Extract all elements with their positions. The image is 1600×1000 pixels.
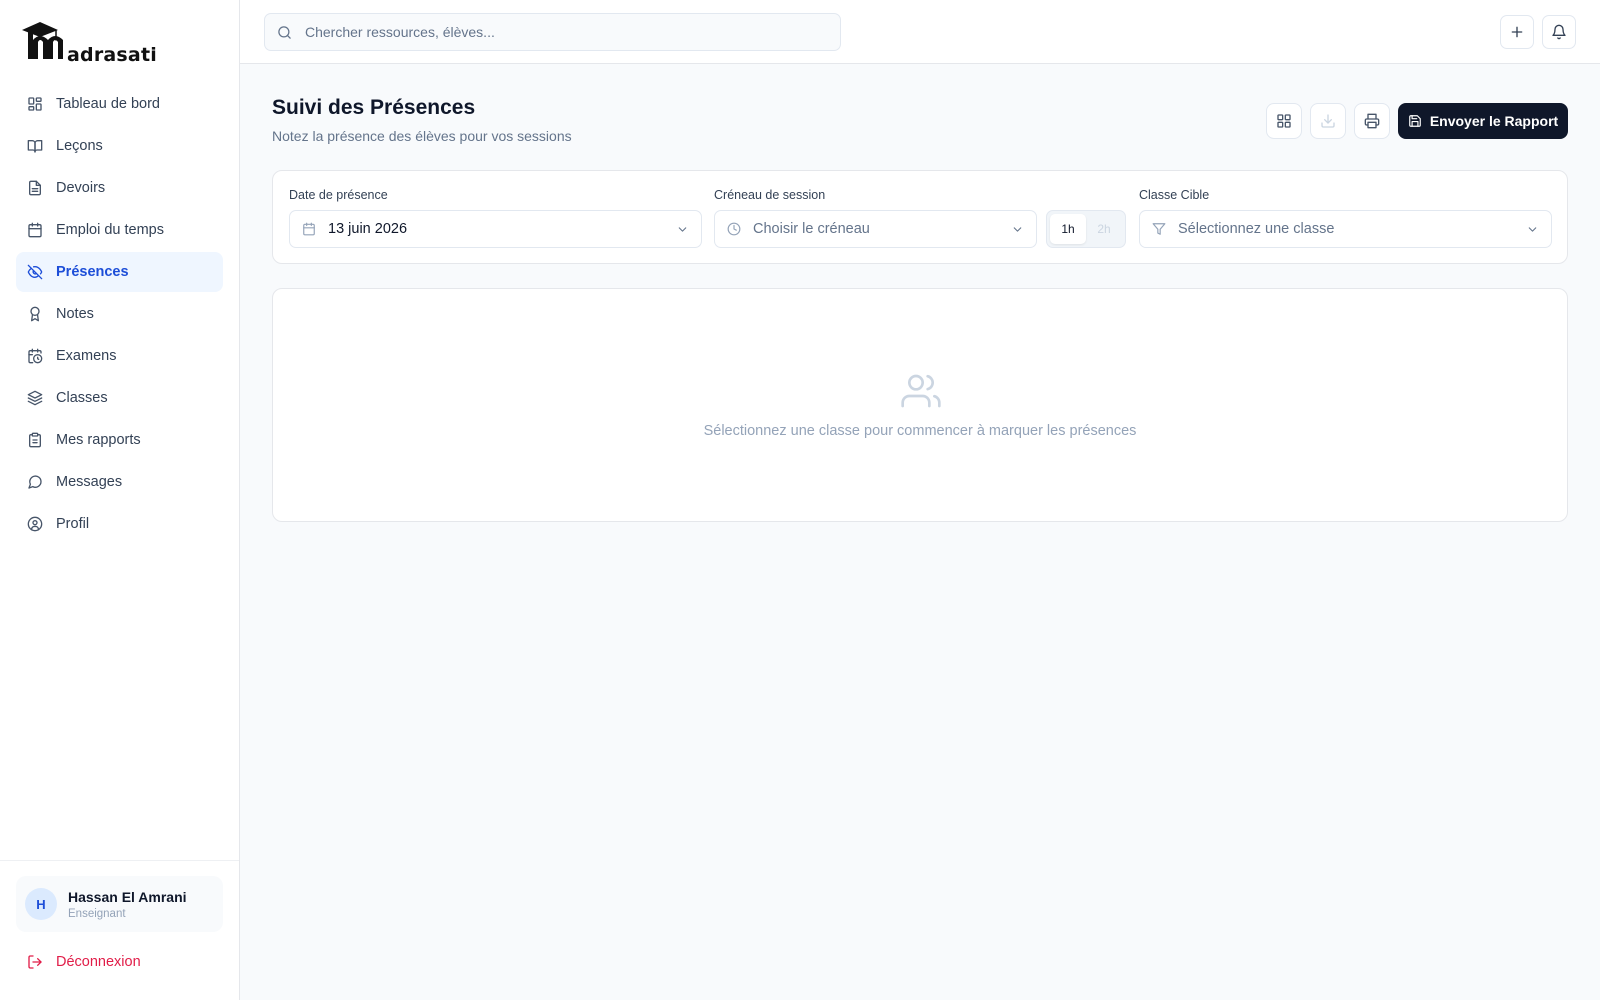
user-role: Enseignant — [68, 907, 126, 920]
empty-state-message: Sélectionnez une classe pour commencer à… — [703, 423, 1137, 439]
download-button[interactable] — [1310, 103, 1346, 139]
brand-logo[interactable]: adrasati — [20, 18, 157, 68]
notifications-button[interactable] — [1542, 15, 1576, 49]
sidebar-item-label: Messages — [56, 474, 123, 490]
sidebar-item-classes[interactable]: Classes — [16, 378, 223, 418]
sidebar-item-tableau-de-bord[interactable]: Tableau de bord — [16, 84, 223, 124]
chevron-down-icon — [1013, 226, 1022, 232]
duration-option-1h[interactable]: 1h — [1050, 214, 1086, 244]
sidebar-item-mes-rapports[interactable]: Mes rapports — [16, 420, 223, 460]
sidebar-item-label: Tableau de bord — [56, 96, 160, 112]
send-report-button[interactable]: Envoyer le Rapport — [1398, 103, 1568, 139]
duration-toggle: 1h 2h — [1046, 210, 1126, 248]
user-circle-icon — [27, 516, 43, 532]
send-report-label: Envoyer le Rapport — [1429, 113, 1559, 129]
sidebar-item-label: Notes — [56, 306, 94, 322]
file-text-icon — [29, 180, 41, 196]
bell-icon — [1552, 24, 1566, 40]
book-icon — [27, 140, 43, 153]
sidebar-nav: Tableau de bord Leçons Devoirs Emploi du… — [16, 84, 223, 546]
topbar — [240, 0, 1600, 64]
plus-icon — [1511, 26, 1523, 38]
sidebar-item-profil[interactable]: Profil — [16, 504, 223, 544]
save-icon — [1408, 115, 1421, 127]
logout-button[interactable]: Déconnexion — [27, 954, 141, 970]
page-title: Suivi des Présences — [272, 96, 476, 119]
award-icon — [30, 306, 40, 322]
sidebar-item-devoirs[interactable]: Devoirs — [16, 168, 223, 208]
logout-icon — [28, 955, 42, 969]
sidebar-item-notes[interactable]: Notes — [16, 294, 223, 334]
calendar-icon — [303, 222, 315, 236]
layers-icon — [27, 390, 43, 406]
duration-option-2h[interactable]: 2h — [1086, 214, 1122, 244]
user-name: Hassan El Amrani — [68, 888, 187, 905]
avatar: H — [25, 888, 57, 920]
download-icon — [1321, 114, 1335, 128]
brand-name: adrasati — [67, 44, 157, 66]
calendar-icon — [28, 222, 42, 238]
sidebar-item-emploi-du-temps[interactable]: Emploi du temps — [16, 210, 223, 250]
date-picker[interactable]: 13 juin 2026 — [289, 210, 702, 248]
empty-state-card: Sélectionnez une classe pour commencer à… — [272, 288, 1568, 522]
class-placeholder: Sélectionnez une classe — [1178, 221, 1335, 237]
sidebar-item-examens[interactable]: Examens — [16, 336, 223, 376]
search-bar[interactable] — [264, 13, 841, 51]
user-card[interactable]: H Hassan El Amrani Enseignant — [16, 876, 223, 932]
sidebar-item-label: Emploi du temps — [56, 222, 164, 238]
slot-select[interactable]: Choisir le créneau — [714, 210, 1037, 248]
clipboard-icon — [29, 432, 41, 448]
printer-icon — [1364, 113, 1380, 129]
sidebar-item-lecons[interactable]: Leçons — [16, 126, 223, 166]
search-icon — [278, 25, 291, 39]
sidebar-item-label: Présences — [56, 264, 129, 280]
sidebar-item-label: Examens — [56, 348, 117, 364]
sidebar-item-messages[interactable]: Messages — [16, 462, 223, 502]
clock-icon — [727, 222, 741, 236]
sidebar-item-label: Profil — [56, 516, 90, 532]
slot-label: Créneau de session — [714, 188, 826, 202]
grid-icon — [1277, 114, 1291, 128]
sidebar: adrasati Tableau de bord Leçons Devoirs … — [0, 0, 240, 1000]
add-button[interactable] — [1500, 15, 1534, 49]
chevron-down-icon — [678, 226, 687, 232]
sidebar-item-label: Leçons — [56, 138, 103, 154]
sidebar-item-label: Mes rapports — [56, 432, 141, 448]
grid-view-button[interactable] — [1266, 103, 1302, 139]
date-label: Date de présence — [289, 188, 388, 202]
sidebar-item-label: Devoirs — [56, 180, 106, 196]
users-icon — [901, 374, 941, 408]
filter-icon — [1152, 223, 1166, 235]
class-label: Classe Cible — [1139, 188, 1210, 202]
print-button[interactable] — [1354, 103, 1390, 139]
search-input[interactable] — [305, 24, 840, 40]
filters-card: Date de présence 13 juin 2026 Créneau de… — [272, 170, 1568, 264]
chevron-down-icon — [1528, 226, 1537, 232]
slot-placeholder: Choisir le créneau — [753, 221, 870, 237]
calendar-clock-icon — [28, 348, 43, 364]
page-subtitle: Notez la présence des élèves pour vos se… — [272, 128, 572, 144]
dashboard-icon — [28, 97, 42, 111]
class-select[interactable]: Sélectionnez une classe — [1139, 210, 1552, 248]
sidebar-item-label: Classes — [56, 390, 108, 406]
eye-off-icon — [27, 264, 43, 280]
logout-label: Déconnexion — [56, 954, 141, 970]
sidebar-item-presences[interactable]: Présences — [16, 252, 223, 292]
sidebar-divider — [0, 860, 239, 861]
date-value: 13 juin 2026 — [328, 221, 408, 237]
message-circle-icon — [28, 475, 42, 489]
